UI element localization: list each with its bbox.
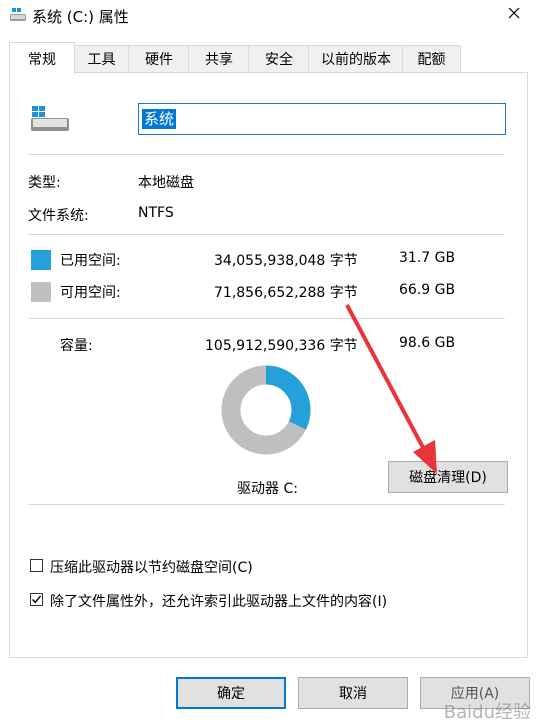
divider	[28, 318, 505, 319]
type-value: 本地磁盘	[138, 175, 194, 191]
capacity-size: 98.6 GB	[399, 335, 456, 351]
compress-checkbox[interactable]	[30, 559, 43, 572]
tab-previous-versions[interactable]: 以前的版本	[308, 45, 404, 72]
close-icon	[508, 7, 520, 23]
close-button[interactable]	[491, 0, 537, 30]
used-space-label: 已用空间:	[60, 253, 121, 269]
checkmark-icon	[32, 595, 42, 604]
free-space-bytes: 71,856,652,288 字节	[214, 285, 358, 301]
used-space-size: 31.7 GB	[399, 250, 456, 266]
capacity-bytes: 105,912,590,336 字节	[205, 338, 358, 354]
free-space-size: 66.9 GB	[399, 282, 456, 298]
watermark: Baidu经验	[443, 702, 531, 723]
tab-security[interactable]: 安全	[248, 45, 310, 72]
tab-quota[interactable]: 配额	[402, 45, 461, 72]
window-title: 系统 (C:) 属性	[32, 8, 129, 26]
type-label: 类型:	[28, 175, 61, 191]
filesystem-value: NTFS	[138, 205, 174, 221]
usage-donut-chart	[221, 365, 311, 455]
compress-label: 压缩此驱动器以节约磁盘空间(C)	[50, 560, 253, 576]
drive-name-input[interactable]: 系统	[138, 103, 506, 135]
drive-name-value: 系统	[142, 109, 177, 129]
index-label: 除了文件属性外，还允许索引此驱动器上文件的内容(I)	[50, 594, 388, 610]
free-space-label: 可用空间:	[60, 285, 121, 301]
tab-general[interactable]: 常规	[9, 42, 75, 74]
filesystem-label: 文件系统:	[28, 208, 89, 224]
used-space-swatch	[31, 250, 51, 270]
drive-icon	[9, 7, 27, 27]
drive-large-icon	[28, 105, 72, 139]
disk-cleanup-button[interactable]: 磁盘清理(D)	[388, 461, 508, 493]
used-space-bytes: 34,055,938,048 字节	[214, 253, 358, 269]
free-space-swatch	[31, 282, 51, 302]
tab-tools[interactable]: 工具	[73, 45, 130, 72]
ok-button[interactable]: 确定	[176, 677, 286, 709]
tab-hardware[interactable]: 硬件	[128, 45, 190, 72]
divider	[28, 154, 505, 155]
tab-sharing[interactable]: 共享	[188, 45, 250, 72]
drive-label: 驱动器 C:	[237, 481, 298, 497]
cancel-button[interactable]: 取消	[298, 677, 408, 709]
title-bar: 系统 (C:) 属性	[0, 0, 537, 32]
divider	[28, 504, 505, 505]
capacity-label: 容量:	[60, 338, 93, 354]
divider	[28, 234, 505, 235]
index-checkbox[interactable]	[30, 593, 43, 606]
